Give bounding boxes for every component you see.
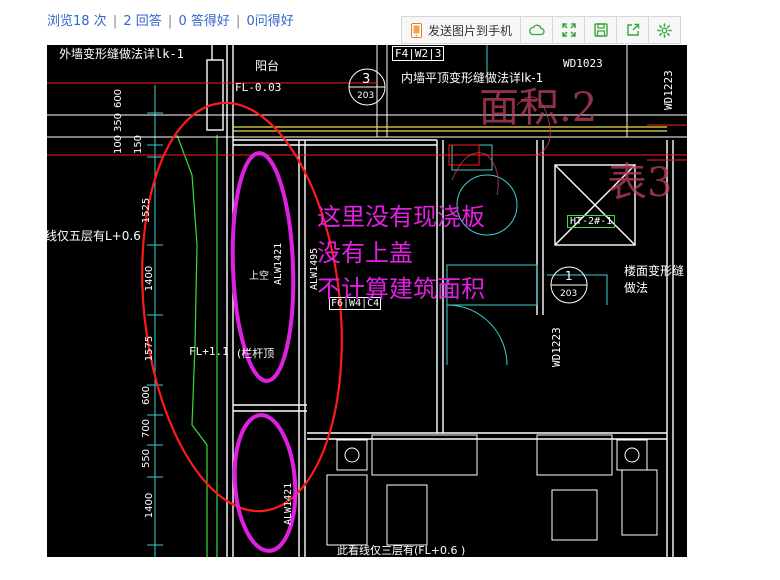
cad-label-wd1023: WD1023 (563, 57, 603, 70)
dim-1525: 1525 (141, 197, 153, 224)
separator: | (235, 14, 241, 29)
cad-label-top-code: F4|W2|3 (392, 46, 445, 61)
dim-100: 100 (113, 134, 125, 155)
send-to-phone-label: 发送图片到手机 (428, 23, 513, 38)
cad-label-floor-joint: 楼面变形缝做法 (624, 264, 685, 295)
annotation-line-3: 不计算建筑面积 (317, 275, 485, 303)
separator: | (112, 14, 118, 29)
cad-callout2-number: 1 (565, 269, 573, 283)
phone-icon (411, 22, 422, 38)
dim-1400b: 1400 (144, 492, 156, 519)
furniture (326, 434, 658, 546)
share-icon (626, 23, 639, 36)
cad-callout-number: 3 (362, 72, 371, 87)
save-icon (593, 23, 608, 37)
joint-line (233, 126, 667, 132)
cad-label-railing: (栏杆顶 (237, 347, 275, 360)
views-count: 浏览18 次 (47, 14, 107, 29)
annotation-line-2: 没有上盖 (317, 239, 413, 267)
dim-550: 550 (141, 448, 153, 469)
cad-label-upper-room: 上空 (249, 271, 269, 282)
question-stats: 浏览18 次 | 2 回答 | 0 答得好 | 0问得好 (47, 10, 294, 29)
answers-count[interactable]: 2 回答 (123, 14, 161, 29)
cad-label-left-floor: 线仅五层有L+0.6 (47, 229, 141, 243)
cad-label-platform: 阳台 (255, 59, 280, 73)
cad-label-top-left: 外墙变形缝做法详lk-1 (59, 47, 184, 61)
save-button[interactable] (585, 17, 618, 43)
cad-handwriting-area: 面积.2 (479, 85, 598, 131)
cad-callout-sub: 203 (357, 91, 375, 101)
settings-icon (657, 22, 672, 38)
separator: | (167, 14, 173, 29)
send-to-phone-button[interactable]: 发送图片到手机 (402, 17, 522, 43)
dim-600: 600 (113, 88, 125, 109)
cad-label-bottom-note: 此看线仅三层有(FL+0.6 ) (337, 544, 466, 557)
share-button[interactable] (617, 17, 650, 43)
cad-handwriting-table: 表3 (607, 160, 673, 206)
dim-1400: 1400 (144, 265, 156, 292)
fullscreen-button[interactable] (553, 17, 586, 43)
settings-button[interactable] (649, 17, 680, 43)
cad-label-wd1223: WD1223 (550, 327, 563, 367)
annotation-line-1: 这里没有现浇板 (317, 203, 485, 231)
dim-1575: 1575 (144, 335, 156, 362)
cad-label-fl11: FL+1.1 (189, 345, 229, 358)
cloud-icon (528, 24, 545, 36)
dim-700: 700 (141, 418, 153, 439)
dimension-lines (147, 85, 163, 557)
good-answers-count: 0 答得好 (178, 14, 230, 29)
cad-label-alw1421: ALW1421 (273, 242, 284, 285)
good-questions-count: 0问得好 (246, 14, 294, 29)
dim-350: 350 (113, 112, 125, 133)
cad-callout2-sub: 203 (560, 289, 578, 299)
cad-label-right-vertical: WD1223 (662, 70, 675, 110)
dim-600b: 600 (141, 385, 153, 406)
cad-label-ht: HT-2#-1 (567, 215, 616, 228)
cloud-button[interactable] (521, 17, 554, 43)
cad-label-fl-top: FL-0.03 (235, 81, 282, 94)
fullscreen-icon (561, 23, 576, 37)
cad-drawing-image[interactable]: 外墙变形缝做法详lk-1 阳台 FL-0.03 3 203 F4|W2|3 内墙… (47, 45, 687, 557)
image-toolbar: 发送图片到手机 (401, 16, 682, 44)
cad-label-alw1421-lower: ALW1421 (283, 482, 294, 525)
dim-150: 150 (133, 134, 145, 155)
